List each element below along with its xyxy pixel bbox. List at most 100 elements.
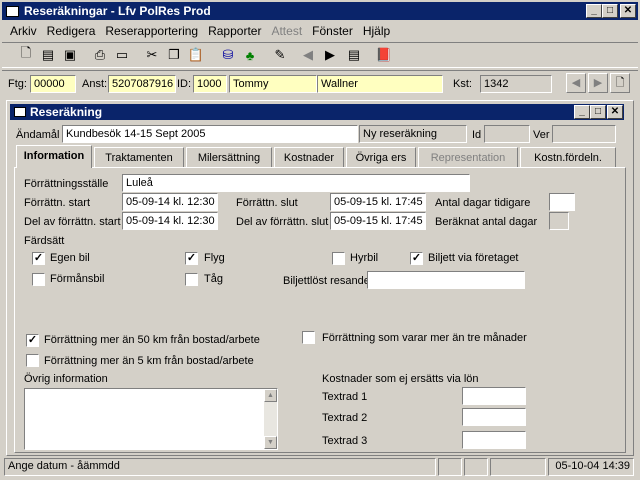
edit-icon[interactable]: ✎	[270, 46, 290, 64]
slut-field[interactable]: 05-09-15 kl. 17:45	[330, 193, 426, 211]
fardsatt-label: Färdsätt	[24, 235, 65, 247]
cut-icon[interactable]: ✂	[142, 46, 162, 64]
ovrig-info-textarea[interactable]	[24, 388, 278, 450]
child-maximize-icon[interactable]: □	[590, 105, 606, 119]
flyg-label: Flyg	[204, 252, 225, 264]
biljett-via-checkbox[interactable]: ✓	[410, 252, 423, 265]
beraknat-label: Beräknat antal dagar	[435, 216, 538, 228]
over50-checkbox[interactable]: ✓	[26, 334, 39, 347]
andamal-label: Ändamål	[16, 129, 60, 141]
beraknat-field	[549, 212, 569, 230]
textrad2-field[interactable]	[462, 408, 526, 426]
slut-label: Förrättn. slut	[236, 197, 298, 209]
ovrig-info-label: Övrig information	[24, 373, 108, 385]
last-name-field[interactable]: Wallner	[317, 75, 443, 93]
textrad1-label: Textrad 1	[322, 391, 368, 403]
tre-man-checkbox[interactable]	[302, 331, 315, 344]
status-pane-3	[490, 458, 546, 476]
menu-reserapportering[interactable]: Reserapportering	[105, 24, 198, 38]
print-icon[interactable]: ⎙	[90, 46, 110, 64]
maximize-icon[interactable]: □	[602, 4, 618, 18]
forrattningsstalle-field[interactable]: Luleå	[122, 174, 470, 192]
formansbil-label: Förmånsbil	[50, 273, 105, 285]
antal-tidigare-field[interactable]	[549, 193, 575, 211]
tab-kostnader[interactable]: Kostnader	[274, 147, 344, 168]
child-title: Reseräkning	[30, 105, 103, 119]
child-minimize-icon[interactable]: _	[574, 105, 590, 119]
next-icon[interactable]: ▶	[320, 46, 340, 64]
tab-traktamenten[interactable]: Traktamenten	[94, 147, 184, 168]
preview-icon[interactable]: ▭	[112, 46, 132, 64]
menu-arkiv[interactable]: Arkiv	[10, 24, 37, 38]
biljettlost-field[interactable]	[367, 271, 525, 289]
del-slut-field[interactable]: 05-09-15 kl. 17:45	[330, 212, 426, 230]
kst-field: 1342	[480, 75, 552, 93]
close-icon[interactable]: ✕	[620, 4, 636, 18]
anst-field[interactable]: 5207087916	[108, 75, 176, 93]
save-icon[interactable]: ▣	[60, 46, 80, 64]
first-name-field[interactable]: Tommy	[229, 75, 317, 93]
status-pane-1	[438, 458, 462, 476]
child-icon	[14, 107, 26, 117]
textrad1-field[interactable]	[462, 387, 526, 405]
tag-checkbox[interactable]	[185, 273, 198, 286]
menu-rapporter[interactable]: Rapporter	[208, 24, 261, 38]
tab-milersattning[interactable]: Milersättning	[186, 147, 272, 168]
del-start-field[interactable]: 05-09-14 kl. 12:30	[122, 212, 218, 230]
filter-icon[interactable]: ⛁	[218, 46, 238, 64]
header-new-icon[interactable]: 🗋	[610, 73, 630, 93]
tab-ovriga-ers[interactable]: Övriga ers	[346, 147, 416, 168]
book-icon[interactable]: 📕	[374, 46, 394, 64]
new-icon[interactable]: 🗋	[16, 45, 36, 64]
egen-bil-checkbox[interactable]: ✓	[32, 252, 45, 265]
copy-icon[interactable]: ❐	[164, 46, 184, 64]
formansbil-checkbox[interactable]	[32, 273, 45, 286]
ny-reserakning-field: Ny reseräkning	[359, 125, 467, 143]
header-next-icon[interactable]: ▶	[588, 73, 608, 93]
status-hint: Ange datum - åämmdd	[4, 458, 436, 476]
id-field[interactable]: 1000	[193, 75, 227, 93]
start-label: Förrättn. start	[24, 197, 91, 209]
scroll-down-icon[interactable]: ▼	[264, 436, 277, 449]
id-small-field	[484, 125, 530, 143]
menu-hjalp[interactable]: Hjälp	[363, 24, 390, 38]
textrad3-label: Textrad 3	[322, 435, 368, 447]
header-prev-icon[interactable]: ◀	[566, 73, 586, 93]
kst-label: Kst:	[453, 78, 472, 90]
tab-kostnfordeln[interactable]: Kostn.fördeln.	[520, 147, 616, 168]
open-icon[interactable]: ▤	[38, 46, 58, 64]
over5-checkbox[interactable]	[26, 354, 39, 367]
tab-representation[interactable]: Representation	[418, 147, 518, 168]
del-start-label: Del av förrättn. start	[24, 216, 121, 228]
menu-attest[interactable]: Attest	[271, 24, 302, 38]
ovrig-info-scrollbar[interactable]: ▲ ▼	[264, 389, 277, 449]
over50-label: Förrättning mer än 50 km från bostad/arb…	[44, 334, 260, 346]
tree-icon[interactable]: ♣	[240, 46, 260, 64]
flyg-checkbox[interactable]: ✓	[185, 252, 198, 265]
id-small-label: Id	[472, 129, 482, 141]
scroll-up-icon[interactable]: ▲	[264, 389, 277, 402]
andamal-field[interactable]: Kundbesök 14-15 Sept 2005	[62, 125, 358, 143]
app-title: Reseräkningar - Lfv PolRes Prod	[24, 4, 211, 18]
menu-fonster[interactable]: Fönster	[312, 24, 353, 38]
child-close-icon[interactable]: ✕	[607, 105, 623, 119]
forrattningsstalle-label: Förrättningsställe	[24, 178, 109, 190]
child-title-bar: Reseräkning _ □ ✕	[10, 104, 624, 120]
tab-information[interactable]: Information	[16, 145, 92, 168]
start-field[interactable]: 05-09-14 kl. 12:30	[122, 193, 218, 211]
menu-redigera[interactable]: Redigera	[47, 24, 96, 38]
antal-tidigare-label: Antal dagar tidigare	[435, 197, 531, 209]
textrad3-field[interactable]	[462, 431, 526, 449]
minimize-icon[interactable]: _	[586, 4, 602, 18]
egen-bil-label: Egen bil	[50, 252, 90, 264]
list-icon[interactable]: ▤	[344, 46, 364, 64]
hyrbil-checkbox[interactable]	[332, 252, 345, 265]
tre-man-label: Förrättning som varar mer än tre månader	[322, 332, 527, 344]
hyrbil-label: Hyrbil	[350, 252, 379, 264]
paste-icon[interactable]: 📋	[186, 46, 206, 64]
prev-icon[interactable]: ◀	[298, 46, 318, 64]
ftg-field[interactable]: 00000	[30, 75, 76, 93]
menu-bar: Arkiv Redigera Reserapportering Rapporte…	[10, 24, 400, 38]
ver-field	[552, 125, 616, 143]
biljettlost-label: Biljettlöst resande	[283, 275, 370, 287]
